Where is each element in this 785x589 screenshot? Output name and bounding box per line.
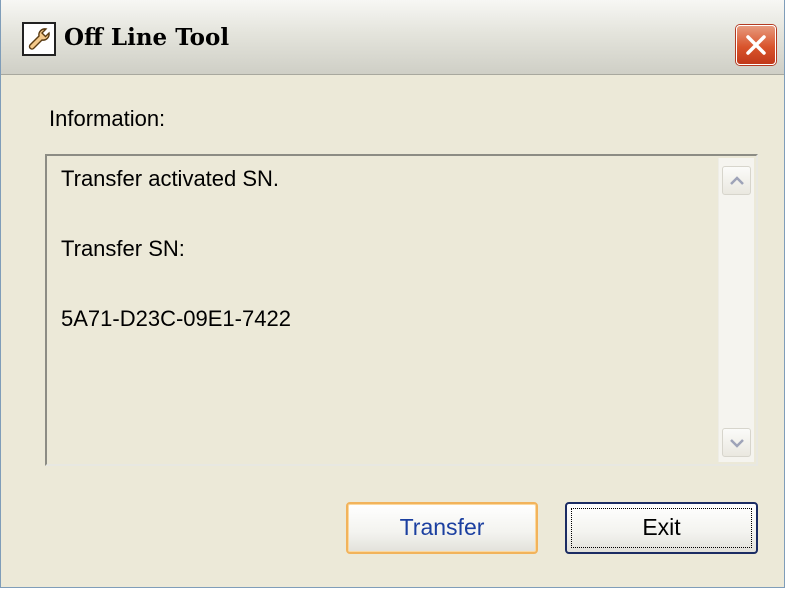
close-button[interactable] <box>736 25 776 65</box>
information-textarea[interactable]: Transfer activated SN. Transfer SN: 5A71… <box>45 154 758 466</box>
scroll-up-button[interactable] <box>722 166 751 195</box>
close-icon <box>746 35 766 55</box>
scroll-down-button[interactable] <box>722 428 751 457</box>
transfer-button[interactable]: Transfer <box>346 502 538 554</box>
dialog-window: Off Line Tool Information: Transfer acti… <box>0 0 785 588</box>
exit-button-label: Exit <box>642 514 681 540</box>
vertical-scrollbar[interactable] <box>718 158 754 462</box>
info-line-serial: 5A71-D23C-09E1-7422 <box>61 306 291 331</box>
exit-button[interactable]: Exit <box>565 502 758 554</box>
title-bar[interactable]: Off Line Tool <box>1 0 784 75</box>
chevron-up-icon <box>730 176 744 185</box>
information-label: Information: <box>49 106 166 131</box>
window-title: Off Line Tool <box>64 24 230 51</box>
chevron-down-icon <box>730 439 744 448</box>
info-line-status: Transfer activated SN. <box>61 166 280 191</box>
wrench-icon <box>22 22 56 56</box>
info-line-sn-label: Transfer SN: <box>61 236 185 261</box>
